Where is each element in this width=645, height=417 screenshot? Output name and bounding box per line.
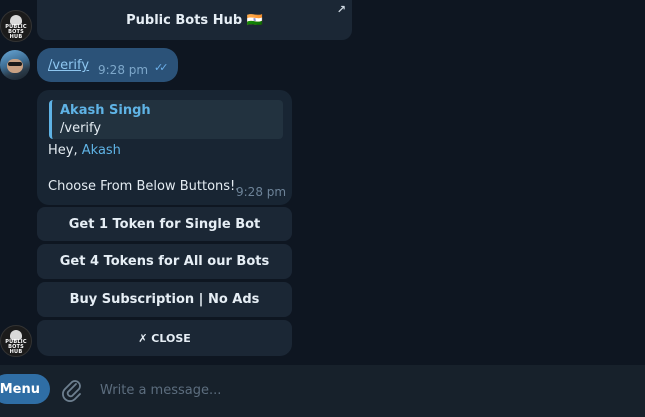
greeting-line: Hey, Akash	[48, 143, 121, 158]
user-avatar[interactable]	[0, 50, 30, 80]
button-label: Get 4 Tokens for All our Bots	[59, 254, 270, 269]
attach-icon[interactable]	[62, 378, 82, 402]
bot-avatar-text: PUBLIC BOTS HUB	[5, 338, 27, 355]
message-input[interactable]: Write a message...	[100, 379, 620, 401]
verify-command-link[interactable]: /verify	[48, 58, 89, 73]
get-4-tokens-button[interactable]: Get 4 Tokens for All our Bots	[37, 244, 292, 279]
bot-avatar-text: PUBLIC BOTS HUB	[5, 23, 27, 40]
bot-avatar[interactable]: PUBLIC BOTS HUB	[0, 325, 32, 357]
sunglasses-icon	[8, 62, 22, 66]
button-label: Buy Subscription | No Ads	[69, 292, 260, 307]
public-bots-hub-button[interactable]: Public Bots Hub 🇮🇳 ↗	[37, 0, 352, 40]
menu-button[interactable]: Menu	[0, 374, 50, 404]
double-check-icon: ✓✓	[154, 61, 169, 74]
get-1-token-button[interactable]: Get 1 Token for Single Bot	[37, 207, 292, 241]
bot-avatar[interactable]: PUBLIC BOTS HUB	[0, 10, 32, 42]
message-composer: Menu Write a message...	[0, 365, 645, 417]
reply-quote[interactable]: Akash Singh /verify	[49, 100, 283, 139]
reply-body: Choose From Below Buttons!.	[48, 179, 240, 194]
button-label: Public Bots Hub 🇮🇳	[126, 12, 263, 28]
user-mention[interactable]: Akash	[82, 143, 121, 158]
external-link-arrow-icon: ↗	[336, 3, 346, 16]
reply-time: 9:28 pm	[236, 185, 287, 199]
quote-author: Akash Singh	[60, 103, 151, 118]
button-label: ✗ CLOSE	[138, 331, 191, 345]
buy-subscription-button[interactable]: Buy Subscription | No Ads	[37, 282, 292, 317]
greeting-text: Hey,	[48, 143, 78, 158]
menu-button-label: Menu	[0, 381, 40, 397]
message-time: 9:28 pm	[98, 63, 149, 77]
quote-text: /verify	[60, 121, 102, 136]
user-message-bubble[interactable]: /verify 9:28 pm ✓✓	[37, 48, 178, 82]
close-button[interactable]: ✗ CLOSE	[37, 320, 292, 356]
button-label: Get 1 Token for Single Bot	[68, 216, 261, 232]
message-input-placeholder: Write a message...	[100, 383, 222, 398]
